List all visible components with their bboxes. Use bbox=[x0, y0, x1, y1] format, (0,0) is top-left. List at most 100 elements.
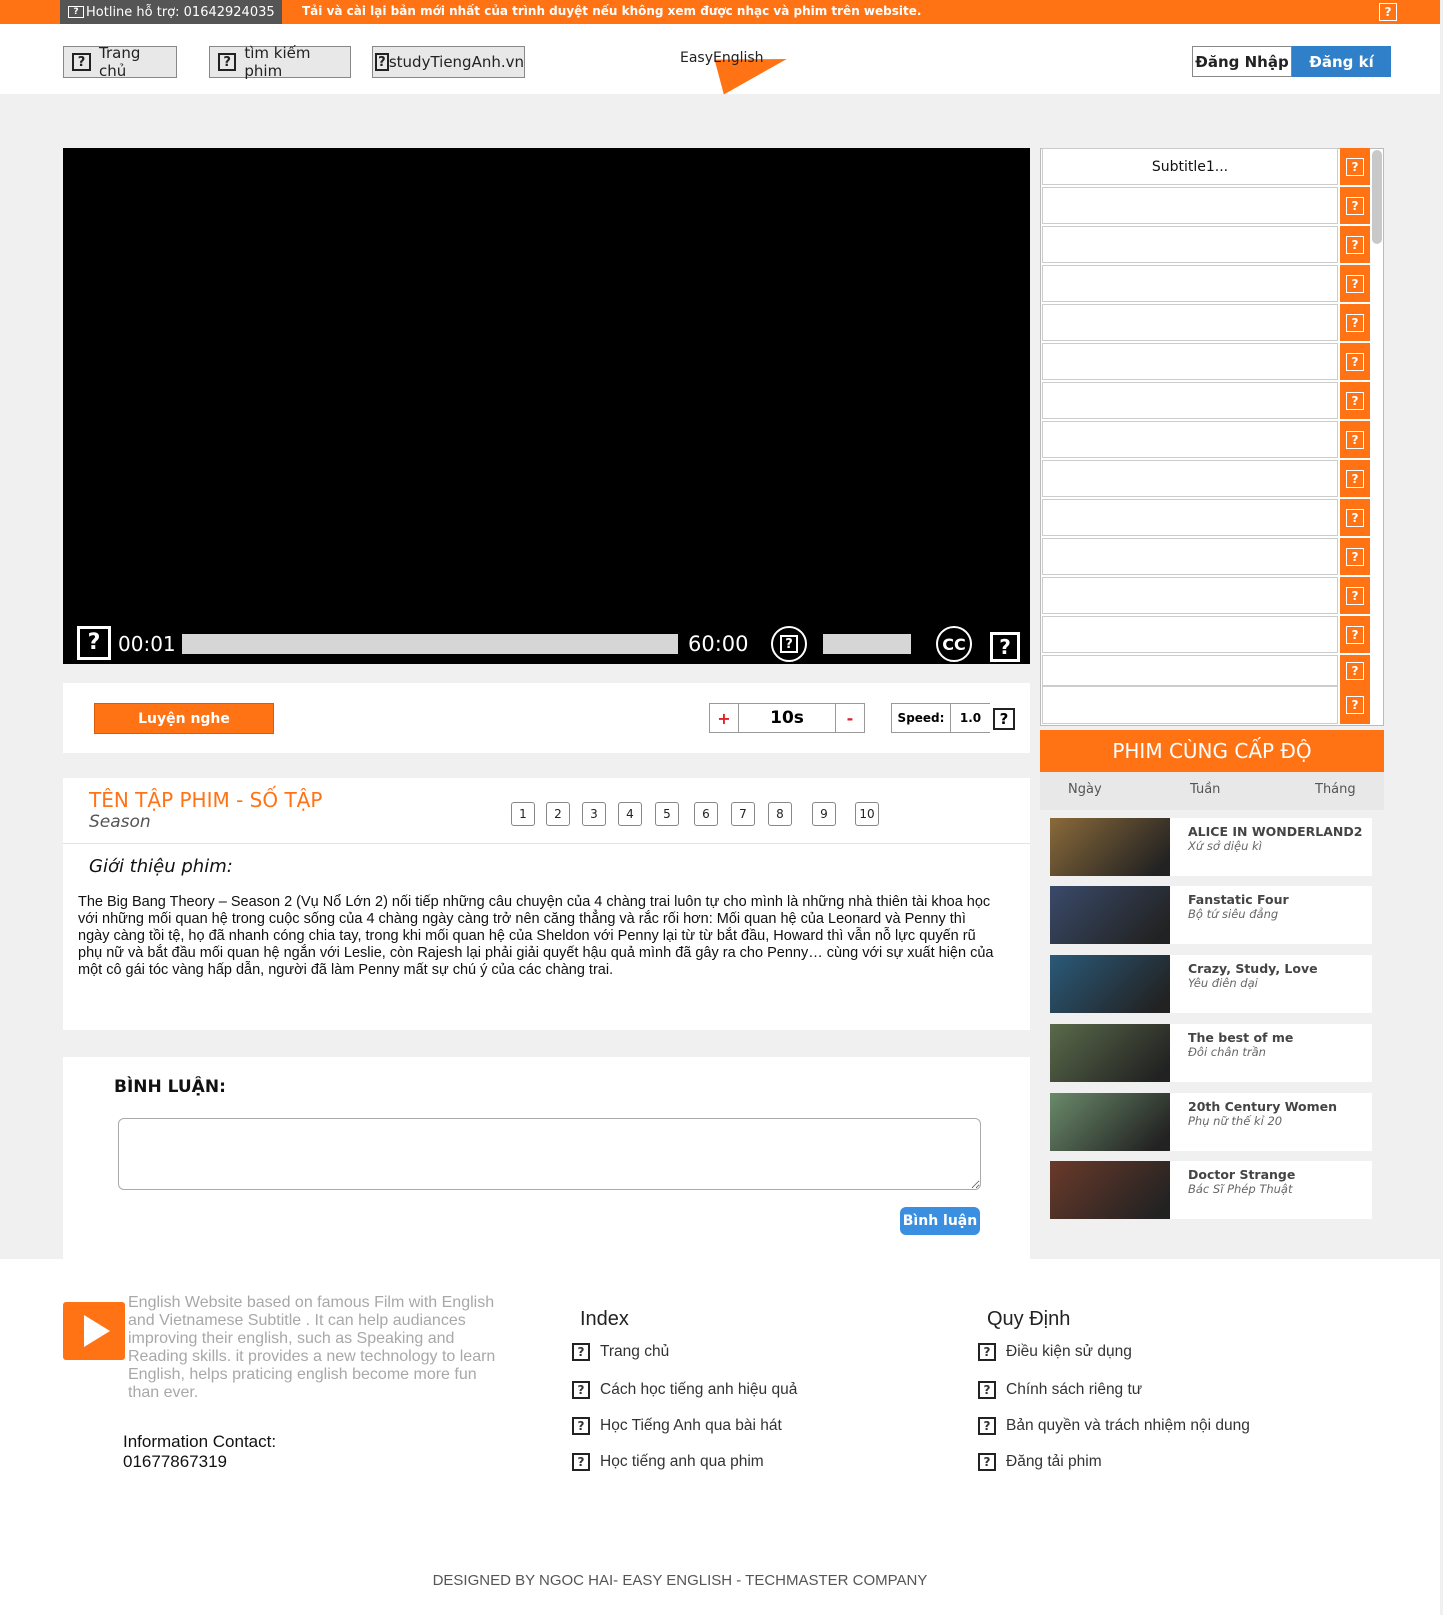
subtitle-row[interactable] bbox=[1042, 343, 1338, 380]
episode-button[interactable]: 6 bbox=[694, 802, 718, 826]
movie-subtitle: Xứ sở diệu kì bbox=[1188, 839, 1262, 853]
cc-button[interactable]: CC bbox=[936, 626, 972, 662]
episode-button[interactable]: 5 bbox=[655, 802, 679, 826]
comment-input[interactable] bbox=[118, 1118, 981, 1190]
subtitle-row[interactable] bbox=[1042, 655, 1338, 686]
subtitle-action-button[interactable]: ? bbox=[1340, 304, 1370, 341]
movie-name[interactable]: The best of me bbox=[1188, 1030, 1293, 1045]
subtitle-row[interactable]: Subtitle1... bbox=[1042, 148, 1338, 185]
subtitle-action-button[interactable]: ? bbox=[1340, 686, 1370, 724]
episode-button[interactable]: 7 bbox=[731, 802, 755, 826]
subtitle-action-button[interactable]: ? bbox=[1340, 226, 1370, 263]
login-button[interactable]: Đăng Nhập bbox=[1192, 46, 1292, 77]
subtitle-row[interactable] bbox=[1042, 499, 1338, 536]
episode-button[interactable]: 3 bbox=[582, 802, 606, 826]
subtitle-action-button[interactable]: ? bbox=[1340, 265, 1370, 302]
subtitle-row[interactable] bbox=[1042, 538, 1338, 575]
episode-button[interactable]: 2 bbox=[546, 802, 570, 826]
progress-bar[interactable] bbox=[182, 634, 678, 654]
subtitle-row[interactable] bbox=[1042, 187, 1338, 224]
subtitle-row[interactable] bbox=[1042, 686, 1338, 724]
movie-subtitle: Yêu điên dại bbox=[1188, 976, 1258, 990]
subtitle-row[interactable] bbox=[1042, 421, 1338, 458]
footer-index-link[interactable]: ? Cách học tiếng anh hiệu quả bbox=[572, 1381, 797, 1399]
movie-name[interactable]: Fanstatic Four bbox=[1188, 892, 1289, 907]
practice-listening-button[interactable]: Luyện nghe bbox=[94, 703, 274, 734]
subtitle-action-button[interactable]: ? bbox=[1340, 343, 1370, 380]
subtitle-row[interactable] bbox=[1042, 304, 1338, 341]
seek-value: 10s bbox=[738, 703, 836, 733]
register-button[interactable]: Đăng kí bbox=[1292, 46, 1391, 77]
subtitle-row[interactable] bbox=[1042, 616, 1338, 653]
logo[interactable]: EasyEnglish bbox=[680, 41, 792, 95]
footer-rules-title: Quy Định bbox=[987, 1308, 1071, 1330]
movie-poster[interactable] bbox=[1050, 886, 1170, 944]
movie-poster[interactable] bbox=[1050, 1024, 1170, 1082]
subtitle-row[interactable] bbox=[1042, 382, 1338, 419]
subtitle-action-button[interactable]: ? bbox=[1340, 655, 1370, 686]
subtitle-action-button[interactable]: ? bbox=[1340, 148, 1370, 185]
tab-day[interactable]: Ngày bbox=[1068, 782, 1102, 797]
tab-week[interactable]: Tuần bbox=[1190, 782, 1220, 797]
repeat-icon: ? bbox=[1346, 274, 1364, 293]
subtitle-row[interactable] bbox=[1042, 226, 1338, 263]
comment-submit-button[interactable]: Bình luận bbox=[900, 1207, 980, 1235]
ranking-item[interactable]: Crazy, Study, Love Yêu điên dại bbox=[1050, 955, 1372, 1013]
nav-site-button[interactable]: ? studyTiengAnh.vn bbox=[372, 46, 525, 78]
fullscreen-icon[interactable]: ? bbox=[990, 632, 1020, 662]
subtitle-row[interactable] bbox=[1042, 265, 1338, 302]
movie-name[interactable]: ALICE IN WONDERLAND2 bbox=[1188, 824, 1362, 839]
volume-button[interactable]: ? bbox=[771, 626, 807, 662]
movie-name[interactable]: 20th Century Women bbox=[1188, 1099, 1337, 1114]
movie-name[interactable]: Crazy, Study, Love bbox=[1188, 961, 1318, 976]
movie-poster[interactable] bbox=[1050, 955, 1170, 1013]
movie-poster[interactable] bbox=[1050, 1161, 1170, 1219]
subtitle-row[interactable] bbox=[1042, 460, 1338, 497]
footer-rules-link[interactable]: ? Bản quyền và trách nhiệm nội dung bbox=[978, 1417, 1250, 1435]
tab-month[interactable]: Tháng bbox=[1315, 782, 1356, 797]
ranking-item[interactable]: ALICE IN WONDERLAND2 Xứ sở diệu kì bbox=[1050, 818, 1372, 876]
volume-slider[interactable] bbox=[823, 634, 911, 654]
ranking-item[interactable]: Doctor Strange Bác Sĩ Phép Thuật bbox=[1050, 1161, 1372, 1219]
footer-rules-link[interactable]: ? Chính sách riêng tư bbox=[978, 1381, 1142, 1399]
repeat-icon: ? bbox=[1346, 313, 1364, 332]
movie-poster[interactable] bbox=[1050, 1093, 1170, 1151]
movie-poster[interactable] bbox=[1050, 818, 1170, 876]
speed-value[interactable]: 1.0 bbox=[950, 703, 990, 733]
subtitle-action-button[interactable]: ? bbox=[1340, 577, 1370, 614]
subtitle-scrollbar[interactable] bbox=[1372, 150, 1382, 244]
subtitle-action-button[interactable]: ? bbox=[1340, 421, 1370, 458]
footer-rules-link[interactable]: ? Điều kiện sử dụng bbox=[978, 1343, 1132, 1361]
ranking-item[interactable]: The best of me Đôi chân trần bbox=[1050, 1024, 1372, 1082]
nav-search-button[interactable]: ? tìm kiếm phim bbox=[209, 44, 351, 80]
movie-name[interactable]: Doctor Strange bbox=[1188, 1167, 1295, 1182]
subtitle-action-button[interactable]: ? bbox=[1340, 499, 1370, 536]
ranking-item[interactable]: Fanstatic Four Bộ tứ siêu đẳng bbox=[1050, 886, 1372, 944]
footer-contact: Information Contact: 01677867319 bbox=[123, 1432, 276, 1472]
nav-home-button[interactable]: ? Trang chủ bbox=[63, 44, 177, 80]
episode-button[interactable]: 8 bbox=[768, 802, 792, 826]
seek-plus-button[interactable]: + bbox=[709, 703, 739, 733]
video-player[interactable] bbox=[63, 148, 1030, 664]
episode-button[interactable]: 9 bbox=[812, 802, 836, 826]
subtitle-row[interactable] bbox=[1042, 577, 1338, 614]
repeat-icon: ? bbox=[1346, 352, 1364, 371]
episode-button[interactable]: 10 bbox=[855, 802, 879, 826]
footer-index-link[interactable]: ? Trang chủ bbox=[572, 1343, 669, 1361]
seek-minus-button[interactable]: - bbox=[835, 703, 865, 733]
play-icon[interactable]: ? bbox=[77, 626, 111, 660]
ranking-item[interactable]: 20th Century Women Phụ nữ thế kỉ 20 bbox=[1050, 1093, 1372, 1151]
subtitle-action-button[interactable]: ? bbox=[1340, 616, 1370, 653]
footer-index-link[interactable]: ? Học tiếng anh qua phim bbox=[572, 1453, 764, 1471]
episode-button[interactable]: 1 bbox=[511, 802, 535, 826]
repeat-icon: ? bbox=[1346, 157, 1364, 176]
subtitle-action-button[interactable]: ? bbox=[1340, 382, 1370, 419]
help-icon[interactable]: ? bbox=[1379, 3, 1397, 21]
footer-rules-link[interactable]: ? Đăng tải phim bbox=[978, 1453, 1102, 1471]
footer-index-link[interactable]: ? Học Tiếng Anh qua bài hát bbox=[572, 1417, 782, 1435]
subtitle-action-button[interactable]: ? bbox=[1340, 460, 1370, 497]
subtitle-action-button[interactable]: ? bbox=[1340, 187, 1370, 224]
subtitle-action-button[interactable]: ? bbox=[1340, 538, 1370, 575]
speed-dropdown-icon[interactable]: ? bbox=[993, 708, 1015, 730]
episode-button[interactable]: 4 bbox=[618, 802, 642, 826]
